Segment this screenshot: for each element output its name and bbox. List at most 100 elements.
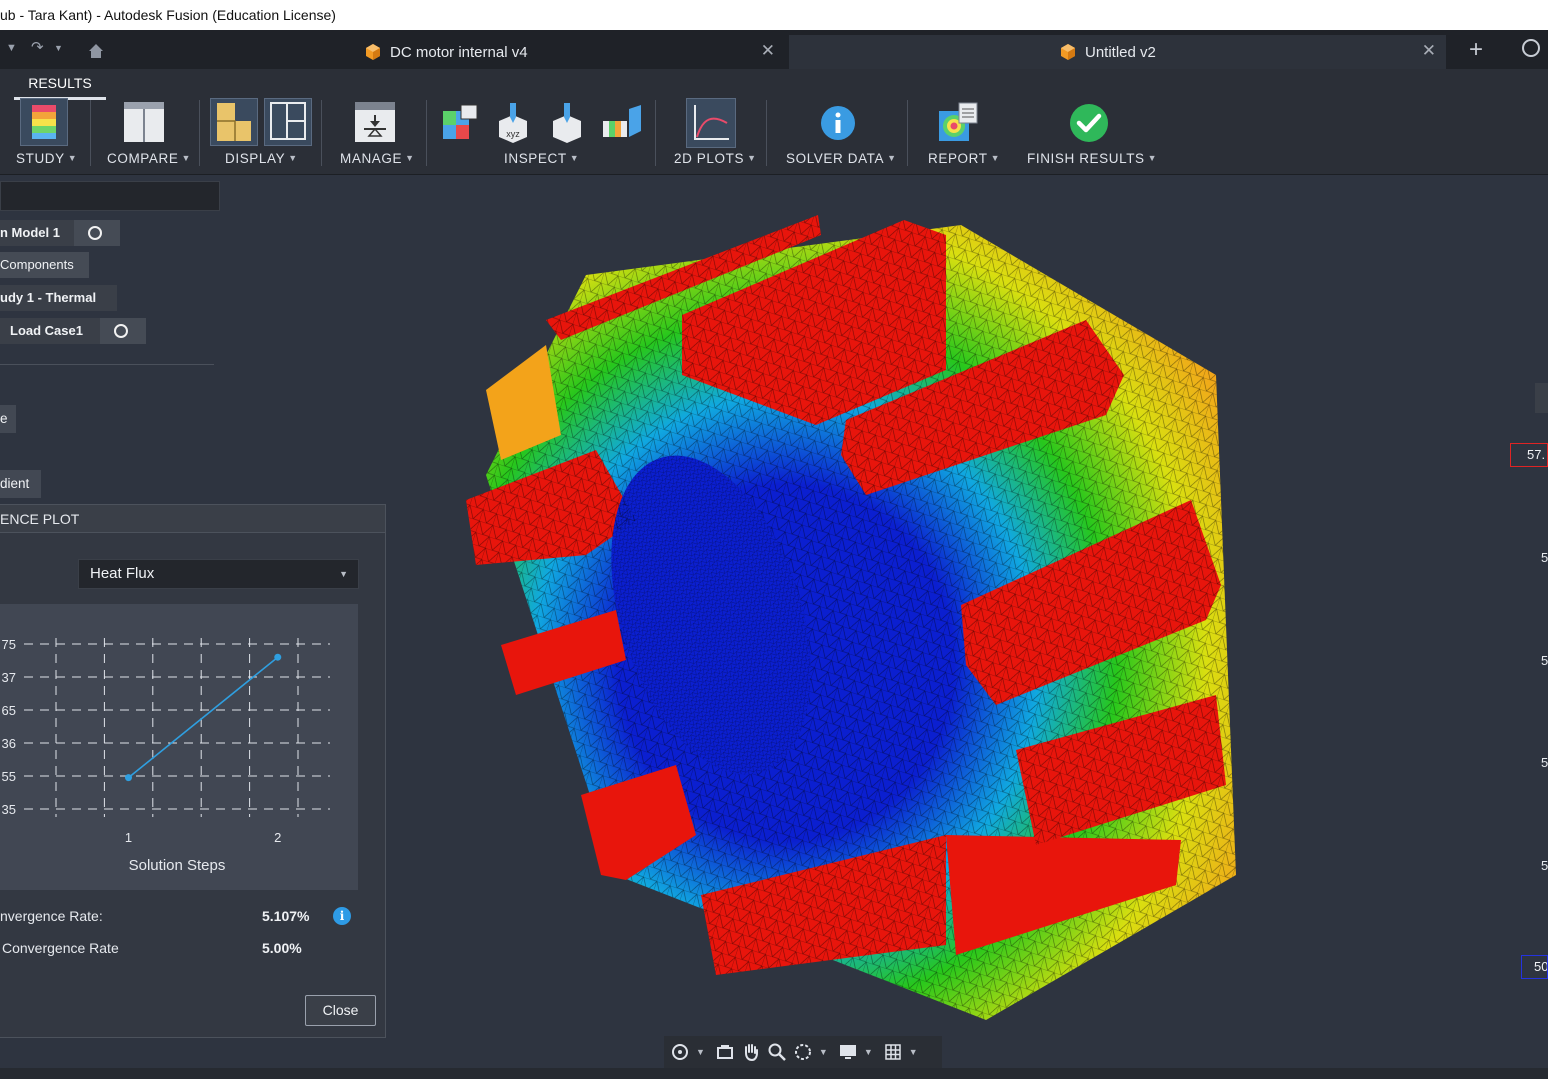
plots-label: 2D PLOTS [674, 151, 745, 166]
compare-label: COMPARE [107, 151, 179, 166]
grid-icon[interactable] [883, 1042, 903, 1062]
data-point [274, 653, 282, 661]
pan-hand-icon[interactable] [741, 1042, 761, 1062]
finish-check-icon[interactable] [1069, 103, 1109, 143]
manage-menu[interactable]: MANAGE ▼ [340, 151, 415, 166]
browser-search-field[interactable] [0, 181, 220, 211]
orbit-dropdown-icon[interactable]: ▼ [696, 1047, 705, 1057]
y-tick-label: 65 [2, 703, 16, 718]
display-settings-dropdown-icon[interactable]: ▼ [864, 1047, 873, 1057]
report-menu[interactable]: REPORT ▼ [928, 151, 1000, 166]
dialog-title: ENCE PLOT [0, 505, 385, 533]
new-tab-icon[interactable]: + [1469, 36, 1483, 64]
study-caret-icon: ▼ [67, 153, 78, 163]
window-title-bar: ub - Tara Kant) - Autodesk Fusion (Educa… [0, 0, 1548, 30]
compare-icon[interactable] [123, 101, 165, 143]
slice-plane-icon[interactable] [601, 105, 643, 141]
solver-info-icon[interactable] [820, 105, 856, 141]
ribbon-separator [655, 100, 656, 166]
y-tick-label: 36 [2, 736, 16, 751]
motor-stator-model[interactable] [386, 175, 1548, 1035]
display-single-tool[interactable] [210, 98, 258, 146]
undo-dropdown-icon[interactable]: ▼ [6, 42, 17, 54]
legend-handle[interactable] [1535, 383, 1548, 413]
legend-min-label[interactable]: 50 [1521, 955, 1548, 979]
inspect-menu[interactable]: INSPECT ▼ [504, 151, 579, 166]
redo-dropdown-icon[interactable]: ▼ [54, 43, 63, 53]
report-icon[interactable] [937, 101, 979, 143]
tab-untitled[interactable]: Untitled v2 ✕ [789, 35, 1446, 69]
legend-tick: 5 [1541, 755, 1548, 770]
study-menu[interactable]: STUDY ▼ [16, 151, 77, 166]
x-tick-label: 1 [125, 830, 132, 845]
node-label: udy 1 - Thermal [0, 290, 97, 305]
probe-xyz-icon[interactable]: xyz [495, 101, 531, 143]
finish-results-menu[interactable]: FINISH RESULTS ▼ [1027, 151, 1157, 166]
radio-icon [88, 226, 102, 240]
design-cube-icon [1061, 44, 1075, 60]
close-button[interactable]: Close [305, 995, 376, 1026]
orbit-icon[interactable] [670, 1042, 690, 1062]
display-caret-icon: ▼ [288, 153, 298, 163]
probe-surface-icon[interactable] [441, 103, 479, 141]
solver-data-menu[interactable]: SOLVER DATA ▼ [786, 151, 897, 166]
plots-menu[interactable]: 2D PLOTS ▼ [674, 151, 757, 166]
look-at-icon[interactable] [715, 1042, 735, 1062]
manage-icon[interactable] [354, 101, 396, 143]
ribbon-separator [199, 100, 200, 166]
zoom-icon[interactable] [767, 1042, 787, 1062]
display-settings-icon[interactable] [838, 1042, 858, 1062]
legend-tick: 5 [1541, 653, 1548, 668]
bottom-strip [0, 1068, 1548, 1079]
browser-node-load-case[interactable]: Load Case1 [0, 318, 100, 344]
node-label: Components [0, 257, 74, 272]
load-case-visibility-toggle[interactable] [100, 318, 146, 344]
tab-dc-motor[interactable]: DC motor internal v4 ✕ [330, 35, 785, 69]
display-menu[interactable]: DISPLAY ▼ [225, 151, 298, 166]
job-status-icon[interactable] [1522, 39, 1540, 57]
browser-node-components[interactable]: Components [0, 252, 89, 278]
manage-caret-icon: ▼ [405, 153, 415, 163]
ribbon-separator [426, 100, 427, 166]
y-tick-label: 75 [2, 637, 16, 652]
document-tab-bar: ▼ ↷ ▼ DC motor internal v4 ✕ Untitled v2… [0, 30, 1548, 69]
node-label: n Model 1 [0, 225, 60, 240]
compare-menu[interactable]: COMPARE ▼ [107, 151, 191, 166]
viewport-canvas[interactable] [386, 175, 1548, 1035]
fit-dropdown-icon[interactable]: ▼ [819, 1047, 828, 1057]
ribbon-separator [766, 100, 767, 166]
close-tab-icon[interactable]: ✕ [1422, 41, 1436, 61]
ribbon-separator [907, 100, 908, 166]
browser-node-study[interactable]: udy 1 - Thermal [0, 285, 117, 311]
gradient-chip[interactable]: dient [0, 470, 41, 498]
legend-max-label[interactable]: 57. [1510, 443, 1548, 467]
model-visibility-toggle[interactable] [74, 220, 120, 246]
target-convergence-value: 5.00% [262, 940, 302, 956]
display-split-tool[interactable] [264, 98, 312, 146]
grid-dropdown-icon[interactable]: ▼ [909, 1047, 918, 1057]
series-line [127, 656, 279, 779]
plot-icon [694, 105, 729, 140]
fit-icon[interactable] [793, 1042, 813, 1062]
display-split-icon [270, 102, 306, 140]
browser-divider [0, 364, 214, 365]
tab-label: DC motor internal v4 [390, 43, 528, 61]
probe-point-icon[interactable] [549, 101, 585, 143]
close-tab-icon[interactable]: ✕ [761, 41, 775, 61]
result-chip[interactable]: e [0, 405, 16, 433]
info-icon[interactable]: i [333, 907, 351, 925]
redo-icon[interactable]: ↷ [31, 38, 44, 56]
browser-node-model[interactable]: n Model 1 [0, 220, 74, 246]
home-icon[interactable] [87, 42, 105, 60]
study-tool[interactable] [20, 98, 68, 146]
result-type-select[interactable]: Heat Flux ▼ [78, 559, 359, 589]
finish-caret-icon: ▼ [1147, 153, 1158, 163]
convergence-plot-dialog: ENCE PLOT Heat Flux ▼ 75 37 65 36 55 35 1 2 Solu… [0, 504, 386, 1038]
study-label: STUDY [16, 151, 65, 166]
select-value: Heat Flux [90, 565, 155, 582]
plots-tool[interactable] [686, 98, 736, 148]
report-label: REPORT [928, 151, 988, 166]
finish-results-label: FINISH RESULTS [1027, 151, 1145, 166]
tab-results[interactable]: RESULTS [14, 75, 106, 100]
manage-label: MANAGE [340, 151, 403, 166]
